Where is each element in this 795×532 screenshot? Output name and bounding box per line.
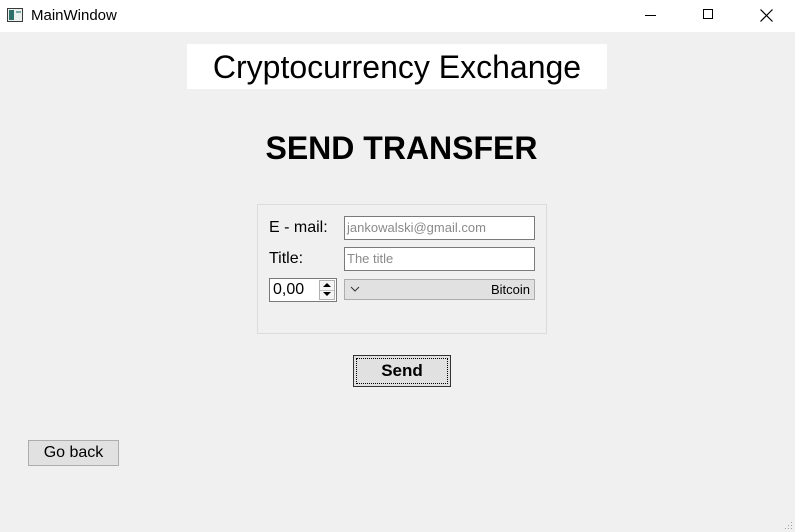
window-title: MainWindow	[31, 7, 117, 24]
window-titlebar[interactable]: MainWindow	[0, 0, 795, 32]
amount-stepper[interactable]	[319, 280, 335, 300]
email-label: E - mail:	[269, 219, 328, 236]
send-button[interactable]: Send	[353, 355, 451, 387]
close-button[interactable]	[737, 0, 795, 32]
app-window-icon	[7, 8, 23, 22]
close-icon	[760, 9, 773, 22]
resize-grip-icon[interactable]	[785, 522, 793, 530]
title-field[interactable]: The title	[344, 247, 535, 271]
currency-selected-value: Bitcoin	[490, 282, 530, 297]
title-label: Title:	[269, 250, 304, 267]
maximize-button[interactable]	[679, 0, 737, 32]
email-field[interactable]: jankowalski@gmail.com	[344, 216, 535, 240]
app-title: Cryptocurrency Exchange	[187, 44, 607, 89]
amount-spinbox[interactable]: 0,00	[269, 278, 337, 302]
chevron-down-icon	[350, 286, 360, 292]
amount-value[interactable]: 0,00	[273, 281, 304, 299]
go-back-button[interactable]: Go back	[28, 440, 119, 466]
minimize-button[interactable]	[621, 0, 679, 32]
currency-select[interactable]: Bitcoin	[344, 279, 535, 300]
page-title: SEND TRANSFER	[265, 130, 538, 166]
stepper-down-icon[interactable]	[320, 290, 334, 299]
